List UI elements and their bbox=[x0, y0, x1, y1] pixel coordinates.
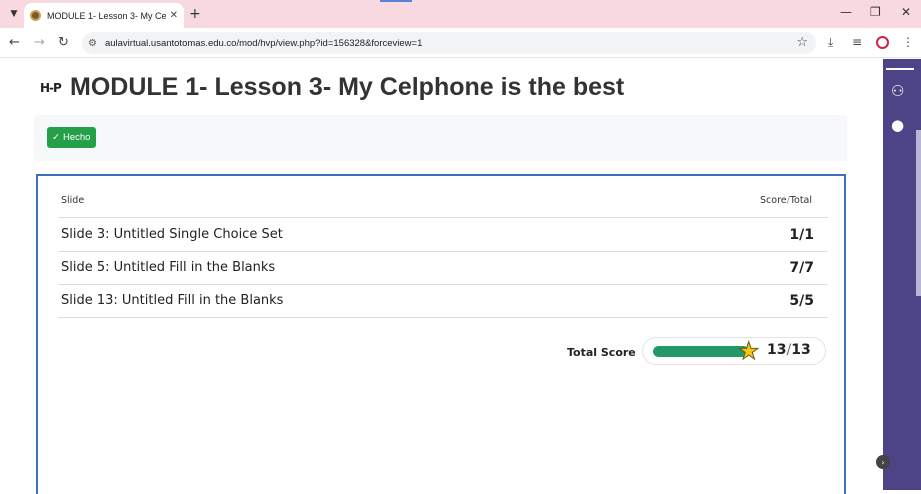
chevron-down-icon: ▼ bbox=[10, 9, 18, 19]
download-icon[interactable]: ⤓ bbox=[828, 35, 833, 50]
menu-kebab-icon[interactable]: ⋮ bbox=[902, 35, 914, 49]
url-text[interactable]: aulavirtual.usantotomas.edu.co/mod/hvp/v… bbox=[105, 38, 422, 49]
back-arrow-icon[interactable]: ← bbox=[9, 35, 20, 50]
tab-list-button[interactable]: ▼ bbox=[5, 5, 23, 23]
accent-line bbox=[380, 0, 412, 2]
user-network-icon[interactable]: ⚇ bbox=[891, 82, 904, 100]
tab-close-icon[interactable]: ✕ bbox=[170, 10, 178, 21]
header-slide: Slide bbox=[61, 195, 85, 206]
total-score-pill: ★ 13/13 bbox=[642, 337, 826, 365]
browser-toolbar: ← → ↻ ⚙ aulavirtual.usantotomas.edu.co/m… bbox=[0, 28, 921, 58]
summary-row[interactable]: Slide 13: Untitled Fill in the Blanks 5/… bbox=[58, 285, 828, 318]
site-favicon-icon bbox=[30, 10, 41, 21]
media-control-icon[interactable]: ≡ bbox=[852, 35, 862, 49]
slide-score: 1/1 bbox=[789, 227, 814, 243]
minimize-button[interactable]: — bbox=[840, 5, 852, 19]
header-score-total: Score/Total bbox=[760, 195, 812, 206]
site-info-icon[interactable]: ⚙ bbox=[88, 38, 97, 49]
h5p-content-frame: Slide Score/Total Slide 3: Untitled Sing… bbox=[36, 174, 846, 494]
slide-name[interactable]: Slide 3: Untitled Single Choice Set bbox=[61, 227, 283, 242]
chevron-right-icon[interactable]: › bbox=[876, 455, 890, 469]
h5p-logo-icon: H-P bbox=[40, 81, 62, 95]
reload-icon[interactable]: ↻ bbox=[58, 35, 69, 50]
new-tab-button[interactable]: + bbox=[189, 6, 201, 22]
done-button[interactable]: ✓ Hecho bbox=[47, 127, 97, 148]
browser-tab-active[interactable]: MODULE 1- Lesson 3- My Celph ✕ bbox=[24, 3, 184, 28]
window-close-button[interactable]: ✕ bbox=[901, 5, 911, 19]
done-button-label: Hecho bbox=[62, 132, 91, 143]
activity-completion-bar: ✓ Hecho bbox=[34, 115, 847, 161]
total-score-label: Total Score bbox=[567, 346, 636, 359]
slide-name[interactable]: Slide 13: Untitled Fill in the Blanks bbox=[61, 293, 283, 308]
tab-title: MODULE 1- Lesson 3- My Celph bbox=[47, 10, 166, 21]
check-icon: ✓ bbox=[52, 132, 60, 143]
chat-bubble-icon[interactable]: ● bbox=[891, 116, 904, 134]
scrollbar[interactable] bbox=[916, 130, 921, 296]
profile-avatar-icon[interactable] bbox=[876, 36, 889, 49]
total-score-progress-track bbox=[653, 346, 749, 357]
total-score-value: 13/13 bbox=[767, 342, 811, 358]
restore-button[interactable]: ❐ bbox=[870, 5, 881, 19]
slide-score: 7/7 bbox=[789, 260, 814, 276]
star-icon: ★ bbox=[738, 337, 760, 365]
slide-name[interactable]: Slide 5: Untitled Fill in the Blanks bbox=[61, 260, 275, 275]
summary-row[interactable]: Slide 5: Untitled Fill in the Blanks 7/7 bbox=[58, 252, 828, 285]
forward-arrow-icon[interactable]: → bbox=[34, 35, 45, 50]
total-score-progress-fill bbox=[653, 346, 749, 357]
browser-tab-bar: ▼ MODULE 1- Lesson 3- My Celph ✕ + — ❐ ✕ bbox=[0, 0, 921, 28]
summary-table-header: Slide Score/Total bbox=[58, 195, 828, 218]
page-content: H-P MODULE 1- Lesson 3- My Celphone is t… bbox=[0, 59, 921, 494]
summary-row[interactable]: Slide 3: Untitled Single Choice Set 1/1 bbox=[58, 219, 828, 252]
bookmark-star-icon[interactable]: ☆ bbox=[796, 35, 808, 50]
page-title: MODULE 1- Lesson 3- My Celphone is the b… bbox=[70, 73, 625, 101]
address-bar[interactable]: ⚙ aulavirtual.usantotomas.edu.co/mod/hvp… bbox=[82, 32, 816, 54]
slide-score: 5/5 bbox=[789, 293, 814, 309]
rail-indicator-line bbox=[886, 68, 914, 70]
